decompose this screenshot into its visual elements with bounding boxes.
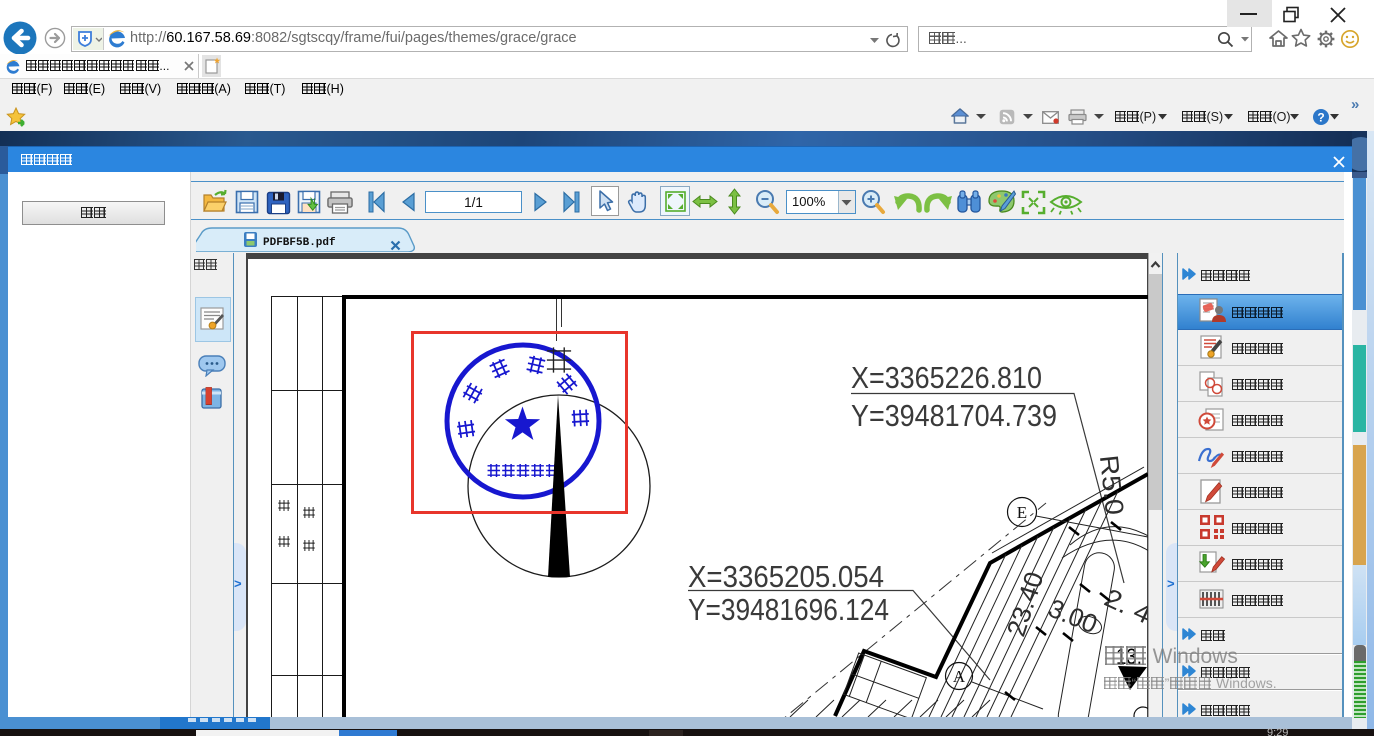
- svg-text:A: A: [953, 667, 966, 686]
- svg-text:E: E: [1017, 503, 1027, 522]
- svg-text:X=3365226.810: X=3365226.810: [851, 360, 1042, 395]
- svg-text:Y=39481696.124: Y=39481696.124: [688, 592, 889, 627]
- svg-text:Y=39481704.739: Y=39481704.739: [851, 398, 1057, 433]
- svg-text:X=3365205.054: X=3365205.054: [688, 559, 884, 594]
- svg-text:R5.0: R5.0: [1094, 453, 1130, 516]
- svg-text:?: ?: [1317, 111, 1324, 125]
